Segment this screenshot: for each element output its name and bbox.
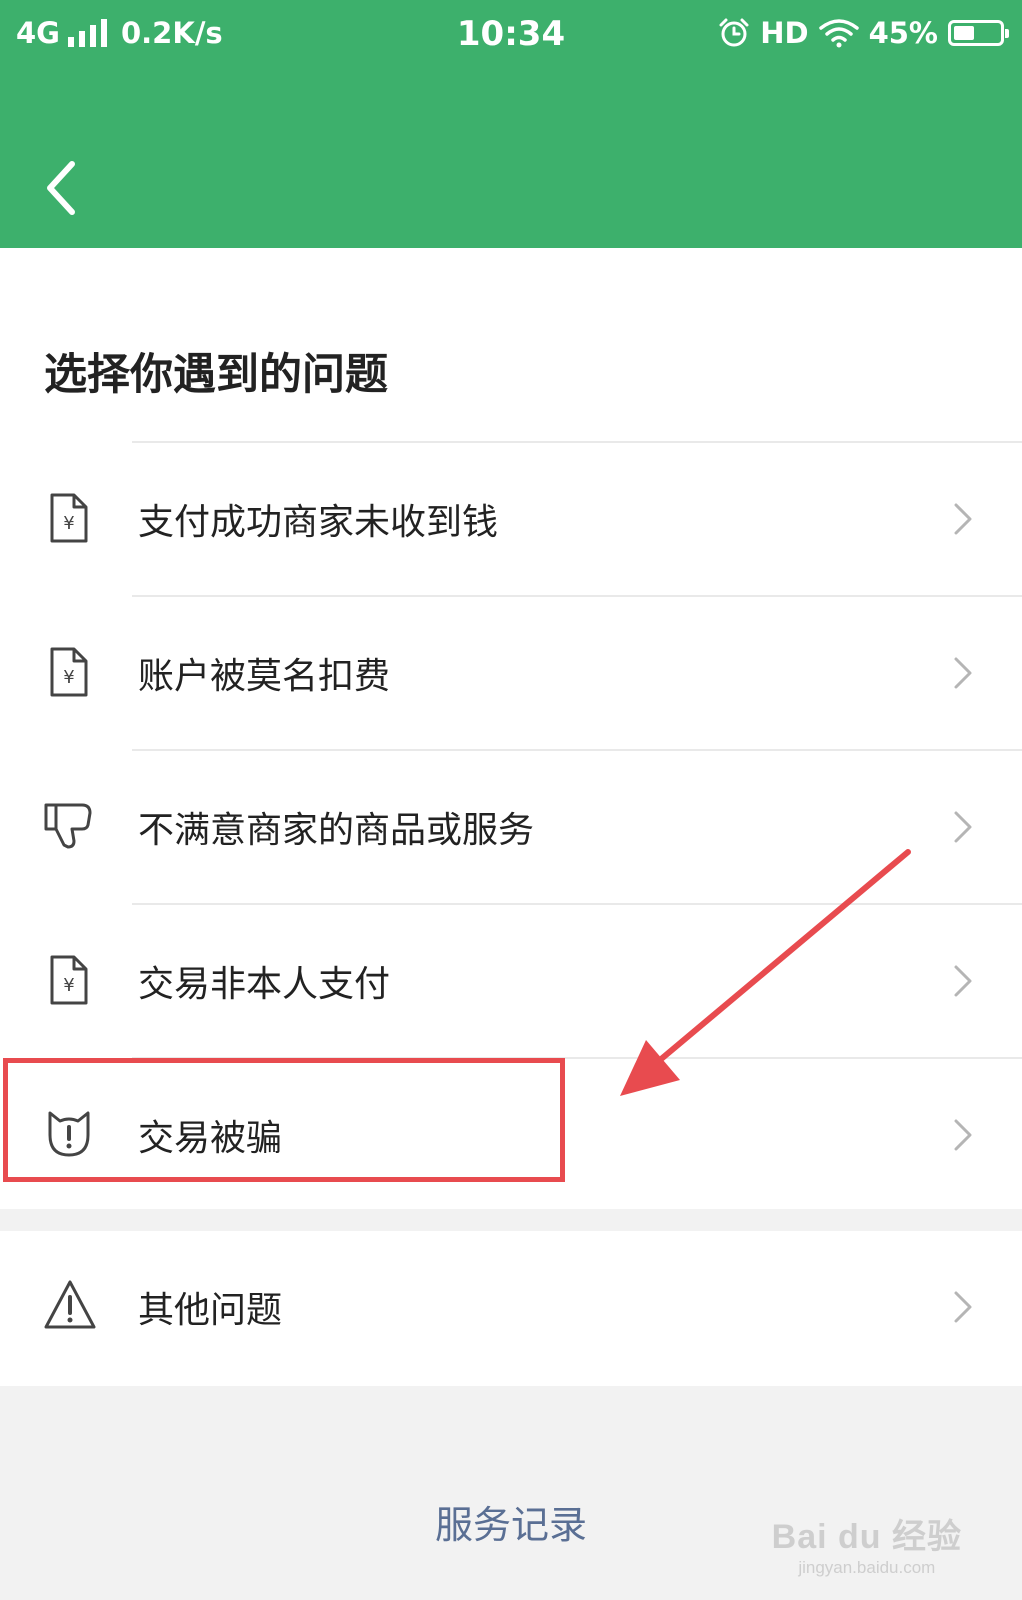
thumbs-down-icon [44,803,92,849]
yuan-document-icon: ¥ [50,647,88,697]
problem-item-other[interactable]: 其他问题 [0,1231,1022,1383]
svg-text:¥: ¥ [63,513,74,534]
app-header: 4G 0.2K/s 10:34 HD 45% [0,0,1022,248]
status-bar: 4G 0.2K/s 10:34 HD 45% [0,0,1022,72]
yuan-document-icon: ¥ [50,955,88,1005]
problem-label: 支付成功商家未收到钱 [138,502,499,543]
chevron-right-icon [954,965,972,997]
battery-level [954,26,974,40]
alarm-icon [719,18,749,47]
chevron-right-icon [954,811,972,843]
problem-label: 交易非本人支付 [138,964,391,1005]
chevron-right-icon [954,657,972,689]
status-right: HD 45% [718,16,1009,50]
chevron-right-icon [954,503,972,535]
problem-label: 账户被莫名扣费 [138,656,391,697]
wifi-icon [818,19,859,48]
battery-icon [948,20,1009,46]
chevron-left-icon [47,161,75,215]
back-button[interactable] [36,154,96,224]
watermark: Bai du 经验 jingyan.baidu.com [772,1509,962,1578]
page-title: 选择你遇到的问题 [44,350,388,400]
problem-item-unexpected-charge[interactable]: ¥ 账户被莫名扣费 [50,595,1022,749]
annotation-highlight-box [3,1058,565,1182]
other-label: 其他问题 [138,1290,283,1331]
problem-item-payment-not-received[interactable]: ¥ 支付成功商家未收到钱 [50,441,1022,595]
footer: 服务记录 Bai du 经验 jingyan.baidu.com [0,1386,1022,1600]
watermark-site: jingyan.baidu.com [798,1558,936,1577]
battery-percent: 45% [868,16,938,50]
section-divider [0,1209,1022,1231]
problem-item-unauthorized-payment[interactable]: ¥ 交易非本人支付 [50,903,1022,1057]
problem-label: 不满意商家的商品或服务 [138,810,535,851]
chevron-right-icon [954,1119,972,1151]
svg-text:¥: ¥ [63,975,74,996]
watermark-brand: Bai du 经验 [771,1518,962,1556]
svg-text:¥: ¥ [63,667,74,688]
hd-indicator: HD [760,16,809,50]
problem-item-unsatisfied-goods[interactable]: 不满意商家的商品或服务 [44,749,1022,903]
content-area: 选择你遇到的问题 ¥ 支付成功商家未收到钱 ¥ 账户被莫名扣费 不满意商家的商品… [0,248,1022,1396]
warning-triangle-icon [44,1280,96,1329]
yuan-document-icon: ¥ [50,493,88,543]
chevron-right-icon [954,1291,972,1323]
